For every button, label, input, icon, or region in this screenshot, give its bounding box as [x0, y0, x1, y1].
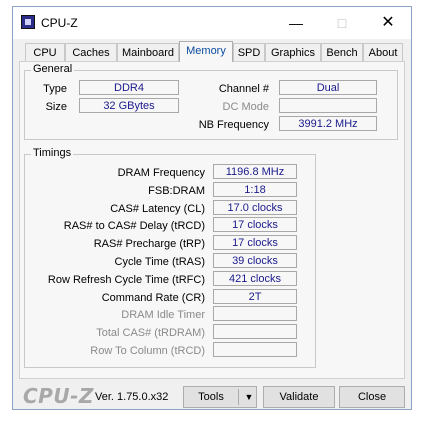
timing-value: 17 clocks [213, 217, 297, 233]
tab-strip: CPU Caches Mainboard Memory SPD Graphics… [21, 41, 403, 62]
general-group: General Type DDR4 Size 32 GBytes Channel… [24, 63, 398, 140]
tab-graphics[interactable]: Graphics [265, 43, 321, 61]
size-value: 32 GBytes [79, 98, 179, 113]
title-bar[interactable]: CPU-Z — □ ✕ [13, 7, 411, 39]
timing-value: 39 clocks [213, 253, 297, 268]
timing-label: Row To Column (tRCD) [90, 345, 205, 357]
type-value: DDR4 [79, 80, 179, 95]
cpuz-brand-logo: CPU-Z [23, 384, 94, 408]
tab-memory[interactable]: Memory [179, 41, 233, 62]
timing-label: RAS# to CAS# Delay (tRCD) [63, 220, 205, 233]
tab-about[interactable]: About [363, 43, 403, 61]
close-button[interactable]: Close [339, 386, 405, 408]
timing-label: Row Refresh Cycle Time (tRFC) [47, 273, 205, 286]
tab-spd[interactable]: SPD [233, 43, 265, 61]
timing-value: 1196.8 MHz [213, 164, 297, 179]
timing-value [213, 324, 297, 340]
timing-label: Total CAS# (tRDRAM) [96, 327, 205, 340]
tab-mainboard[interactable]: Mainboard [117, 43, 179, 61]
maximize-icon[interactable]: □ [319, 7, 365, 39]
channel-label: Channel # [218, 83, 269, 95]
dc-mode-label: DC Mode [222, 101, 269, 113]
cpuz-app-icon [21, 15, 35, 29]
dropdown-arrow-icon[interactable]: ▼ [242, 387, 256, 407]
tab-bench[interactable]: Bench [321, 43, 363, 61]
nb-frequency-value: 3991.2 MHz [279, 116, 377, 131]
nb-frequency-label: NB Frequency [198, 119, 269, 131]
timing-label: FSB:DRAM [148, 184, 205, 197]
tools-button-label: Tools [198, 391, 224, 403]
type-label: Type [43, 83, 67, 95]
tools-separator [238, 389, 239, 405]
timing-value [213, 342, 297, 357]
timing-label: DRAM Idle Timer [121, 309, 205, 322]
timings-group-title: Timings [31, 147, 74, 159]
timing-label: Command Rate (CR) [101, 291, 205, 304]
timing-label: CAS# Latency (CL) [110, 202, 205, 215]
close-window-icon[interactable]: ✕ [365, 7, 411, 39]
validate-button[interactable]: Validate [263, 386, 335, 408]
memory-panel: General Type DDR4 Size 32 GBytes Channel… [19, 61, 405, 379]
timing-value [213, 306, 297, 322]
timing-value: 1:18 [213, 181, 297, 197]
bottom-bar: CPU-Z Ver. 1.75.0.x32 Tools ▼ Validate C… [13, 383, 411, 409]
minimize-icon[interactable]: — [273, 7, 319, 39]
timing-label: Cycle Time (tRAS) [114, 256, 205, 268]
timing-value: 421 clocks [213, 270, 297, 286]
timing-label: DRAM Frequency [117, 167, 205, 179]
window-title: CPU-Z [41, 16, 78, 30]
timing-value: 17 clocks [213, 235, 297, 251]
dc-mode-value [279, 98, 377, 113]
tab-caches[interactable]: Caches [65, 43, 117, 61]
channel-value: Dual [279, 80, 377, 95]
timing-value: 17.0 clocks [213, 199, 297, 215]
timing-label: RAS# Precharge (tRP) [93, 238, 205, 251]
timing-value: 2T [213, 288, 297, 304]
size-label: Size [45, 101, 67, 113]
tab-cpu[interactable]: CPU [25, 43, 65, 61]
timings-group: Timings DRAM Frequency 1196.8 MHz FSB:DRAM… [24, 147, 316, 368]
version-text: Ver. 1.75.0.x32 [95, 391, 169, 403]
tools-button[interactable]: Tools ▼ [183, 386, 257, 408]
general-group-title: General [31, 63, 75, 75]
cpuz-window: CPU-Z — □ ✕ CPU Caches Mainboard Memory … [12, 6, 412, 410]
